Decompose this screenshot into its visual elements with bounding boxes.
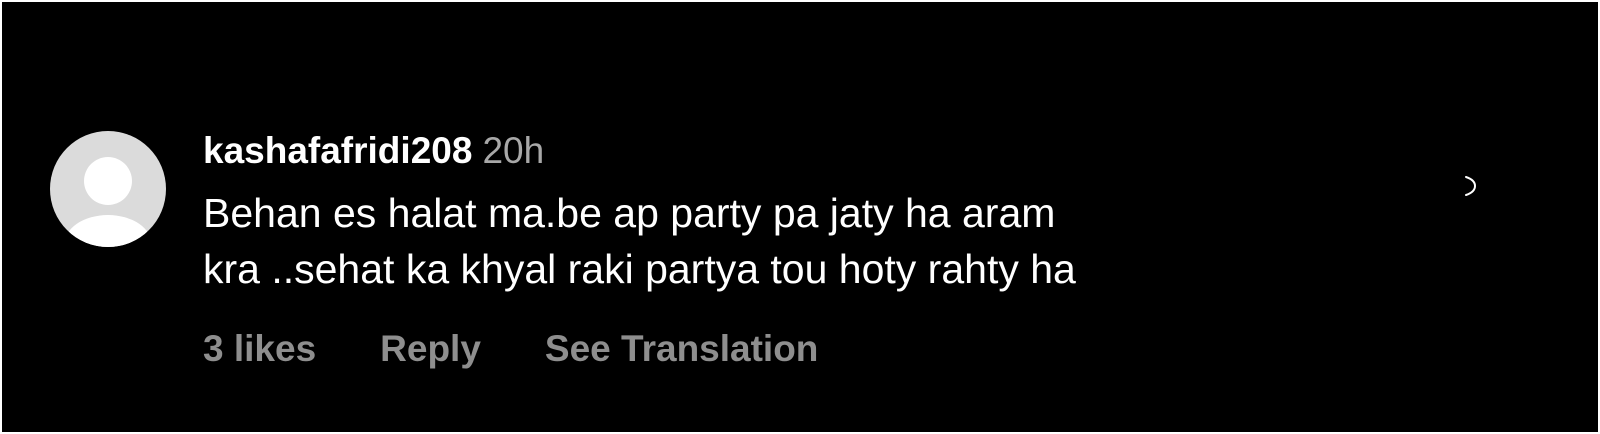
see-translation-button[interactable]: See Translation (545, 328, 819, 370)
comment-panel: kashafafridi208 20h Behan es halat ma.be … (2, 2, 1598, 432)
user-avatar[interactable] (50, 131, 166, 247)
likes-count[interactable]: 3 likes (203, 328, 316, 370)
username-link[interactable]: kashafafridi208 (203, 130, 472, 171)
comment-content: kashafafridi208 20h Behan es halat ma.be … (203, 129, 1443, 297)
avatar-head-icon (84, 157, 132, 205)
avatar-body-icon (64, 215, 152, 247)
reply-button[interactable]: Reply (380, 328, 481, 370)
comment-header: kashafafridi208 20h (203, 129, 1443, 173)
heart-icon[interactable] (1462, 172, 1480, 198)
comment-text-line-2: kra ..sehat ka khyal raki partya tou hot… (203, 246, 1076, 292)
comment-text: Behan es halat ma.be ap party pa jaty ha… (203, 185, 1383, 297)
comment-time: 20h (482, 130, 545, 171)
comment-actions: 3 likes Reply See Translation (203, 328, 818, 370)
comment-text-line-1: Behan es halat ma.be ap party pa jaty ha… (203, 190, 1056, 236)
